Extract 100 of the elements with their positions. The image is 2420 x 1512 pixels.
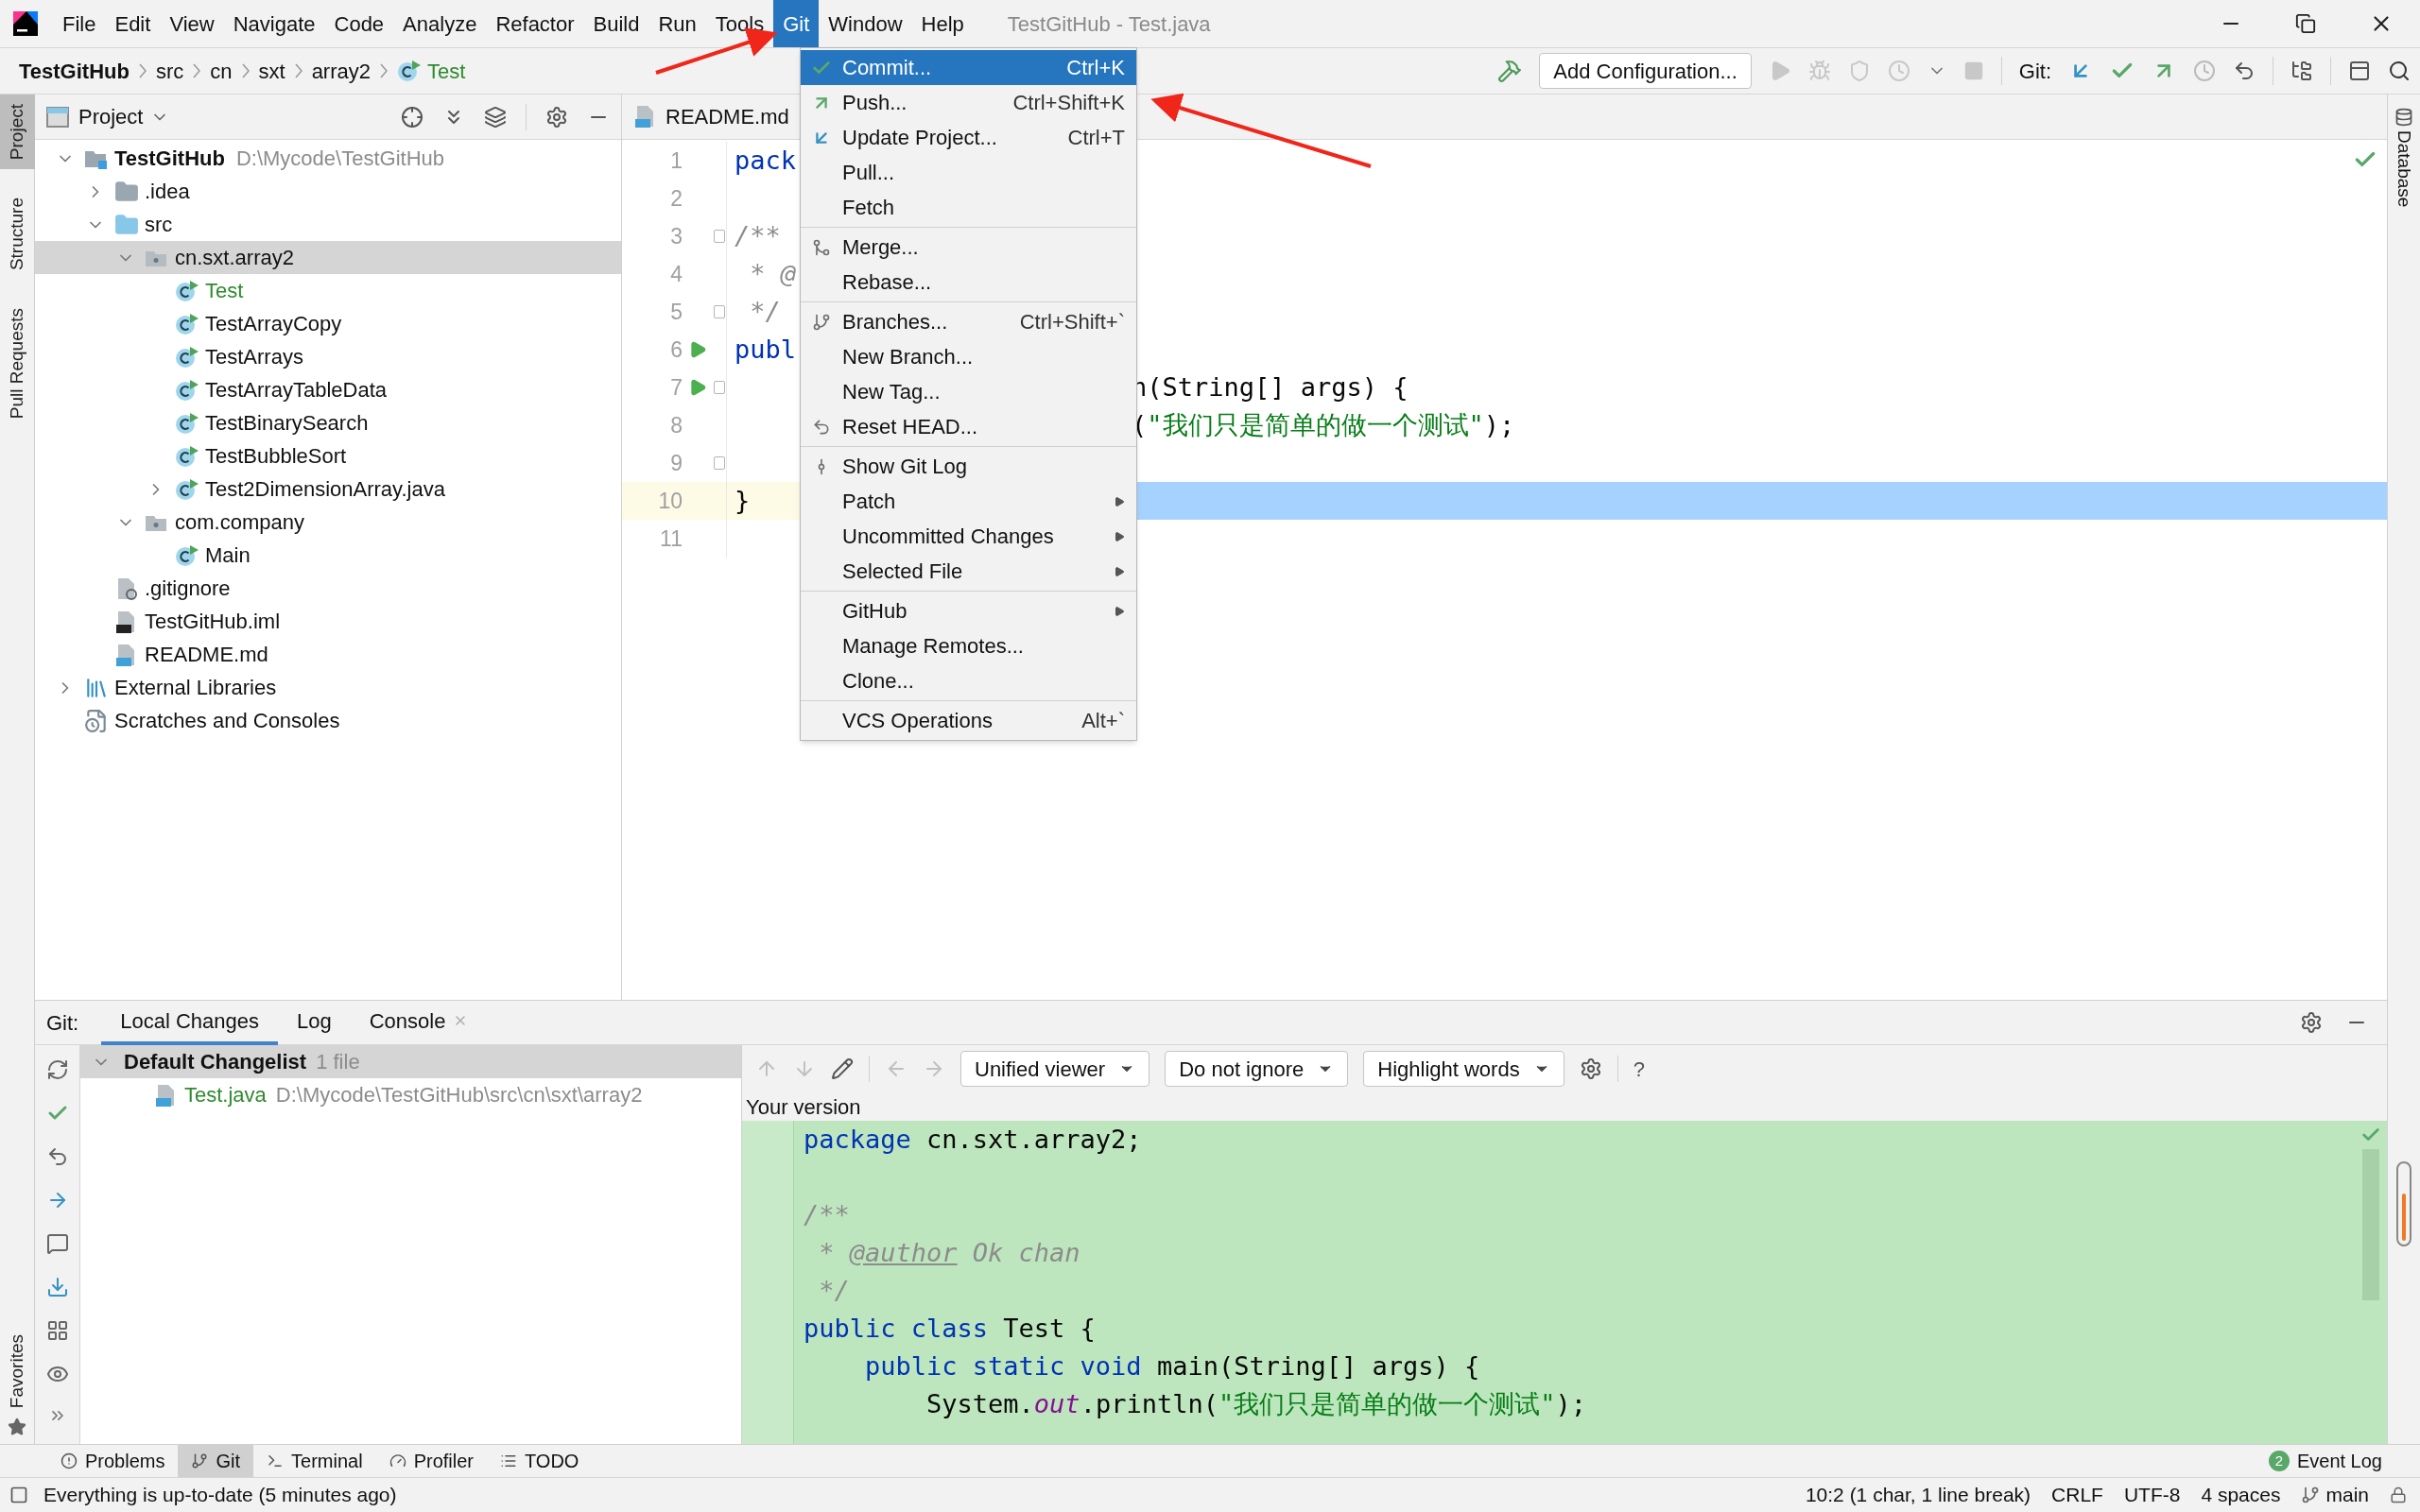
menu-item[interactable]: Rebase... [801, 265, 1136, 300]
menu-item[interactable]: Show Git Log [801, 449, 1136, 484]
panel-toggle-icon[interactable] [9, 1486, 28, 1504]
status-item[interactable]: CRLF [2051, 1480, 2103, 1510]
dropdown-button[interactable]: Highlight words [1363, 1051, 1564, 1087]
editor-tab[interactable]: README.md [622, 94, 801, 139]
search-icon[interactable] [2388, 60, 2411, 82]
menu-item[interactable]: Commit... Ctrl+K [801, 50, 1136, 85]
tree-item[interactable]: com.company [35, 506, 621, 539]
project-structure-icon[interactable] [2290, 60, 2313, 82]
breadcrumb[interactable]: sxt [258, 55, 285, 87]
menu-item[interactable]: View [160, 0, 224, 47]
tool-window-tab[interactable]: Project [0, 94, 35, 170]
window-icon[interactable] [2348, 60, 2371, 82]
tool-window-button[interactable]: TODO [487, 1444, 593, 1478]
panel-title[interactable]: Project [78, 101, 144, 132]
tree-item[interactable]: Main [35, 539, 621, 572]
menu-item[interactable]: Build [583, 0, 649, 47]
menu-item[interactable]: Pull... [801, 155, 1136, 190]
tree-item[interactable]: TestArrayTableData [35, 373, 621, 406]
menu-item[interactable]: Selected File [801, 554, 1136, 589]
tree-item[interactable]: Test [35, 274, 621, 307]
menu-item[interactable]: Edit [105, 0, 161, 47]
menu-item[interactable]: Navigate [223, 0, 325, 47]
tree-item[interactable]: External Libraries [35, 671, 621, 704]
group-icon[interactable] [45, 1319, 69, 1342]
tree-item[interactable]: .idea [35, 175, 621, 208]
pencil-icon[interactable] [831, 1057, 854, 1080]
tool-window-tab[interactable]: Database [2387, 130, 2420, 208]
tree-item[interactable]: TestBinarySearch [35, 406, 621, 439]
menu-item[interactable]: GitHub [801, 593, 1136, 628]
breadcrumb[interactable]: src [155, 55, 184, 87]
tool-window-button[interactable]: Problems [47, 1444, 179, 1478]
menu-item[interactable]: Clone... [801, 663, 1136, 698]
menu-item[interactable]: Push... Ctrl+Shift+K [801, 85, 1136, 120]
tool-window-tab[interactable]: Structure [0, 188, 35, 281]
tree-item[interactable]: src [35, 208, 621, 241]
fold-icon[interactable] [714, 381, 725, 394]
tree-item[interactable]: TestArrays [35, 340, 621, 373]
menu-item[interactable]: File [53, 0, 106, 47]
fold-icon[interactable] [714, 305, 725, 318]
panel-tab[interactable]: Console [350, 1000, 488, 1045]
lock-icon[interactable] [2390, 1486, 2407, 1503]
changed-file[interactable]: Test.java D:\Mycode\TestGitHub\src\cn\sxt\array2 [80, 1078, 741, 1111]
tree-item[interactable]: TestGitHub.iml [35, 605, 621, 638]
menu-item[interactable]: VCS Operations Alt+` [801, 703, 1136, 738]
breadcrumb[interactable]: array2 [311, 55, 371, 87]
menu-item[interactable]: Analyze [393, 0, 487, 47]
tree-item[interactable]: cn.sxt.array2 [35, 241, 621, 274]
menu-item[interactable]: Patch [801, 484, 1136, 519]
menu-item[interactable]: Merge... [801, 230, 1136, 265]
status-item[interactable]: UTF-8 [2123, 1480, 2181, 1510]
tree-item[interactable]: TestArrayCopy [35, 307, 621, 340]
tree-item[interactable]: Test2DimensionArray.java [35, 472, 621, 506]
panel-tab[interactable]: Log [278, 1000, 351, 1045]
tool-window-tab[interactable]: Favorites [0, 1324, 35, 1418]
menu-item[interactable]: Refactor [486, 0, 584, 47]
settings-icon[interactable] [2300, 1011, 2323, 1034]
breadcrumb[interactable]: Test [427, 55, 466, 87]
add-configuration-button[interactable]: Add Configuration... [1539, 53, 1752, 89]
menu-item[interactable]: Code [324, 0, 394, 47]
changelist-row[interactable]: Default Changelist 1 file [80, 1045, 741, 1078]
dropdown-button[interactable]: Do not ignore [1165, 1051, 1349, 1087]
event-log-button[interactable]: 2 Event Log [2268, 1447, 2382, 1475]
menu-item[interactable]: Manage Remotes... [801, 628, 1136, 663]
collapse-all-icon[interactable] [484, 105, 507, 129]
menu-item[interactable]: Run [648, 0, 706, 47]
tool-window-button[interactable]: Terminal [253, 1444, 376, 1478]
refresh-icon[interactable] [45, 1058, 69, 1081]
fold-icon[interactable] [714, 456, 725, 470]
tree-item[interactable]: TestGitHub D:\Mycode\TestGitHub [35, 142, 621, 175]
tool-window-tab[interactable]: Pull Requests [0, 299, 35, 429]
status-item[interactable]: 4 spaces [2201, 1480, 2281, 1510]
status-item[interactable]: 10:2 (1 char, 1 line break) [1805, 1480, 2031, 1510]
settings-icon[interactable] [1579, 1057, 1602, 1080]
tool-window-button[interactable]: Profiler [375, 1444, 487, 1478]
menu-item[interactable]: Window [819, 0, 912, 47]
dropdown-button[interactable]: Unified viewer [960, 1051, 1150, 1087]
breadcrumb[interactable]: cn [210, 55, 233, 87]
settings-icon[interactable] [545, 105, 568, 129]
rollback-icon[interactable] [2233, 60, 2256, 82]
menu-item[interactable]: Help [911, 0, 974, 47]
tree-item[interactable]: .gitignore [35, 572, 621, 605]
download-icon[interactable] [45, 1276, 69, 1298]
locate-icon[interactable] [401, 105, 424, 129]
run-icon[interactable] [688, 378, 707, 397]
run-icon[interactable] [688, 340, 707, 359]
breadcrumb[interactable]: TestGitHub [19, 55, 130, 87]
menu-item[interactable]: Git [773, 0, 820, 47]
tree-item[interactable]: TestBubbleSort [35, 439, 621, 472]
menu-item[interactable]: Fetch [801, 190, 1136, 225]
menu-item[interactable]: Branches... Ctrl+Shift+` [801, 304, 1136, 339]
help-button[interactable]: ? [1633, 1053, 1645, 1085]
tree-item[interactable]: Scratches and Consoles [35, 704, 621, 737]
menu-item[interactable]: Update Project... Ctrl+T [801, 120, 1136, 155]
tree-item[interactable]: README.md [35, 638, 621, 671]
fold-icon[interactable] [714, 230, 725, 243]
restore-icon[interactable] [2295, 13, 2316, 34]
menu-item[interactable]: Uncommitted Changes [801, 519, 1136, 554]
branch-widget[interactable]: main [2301, 1480, 2369, 1510]
